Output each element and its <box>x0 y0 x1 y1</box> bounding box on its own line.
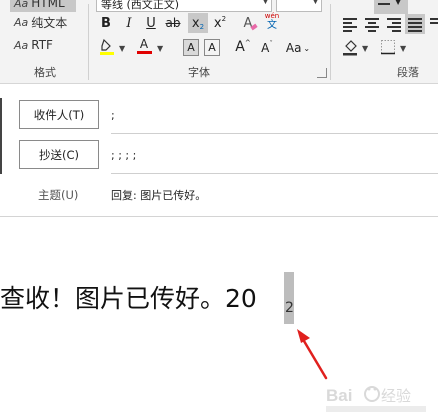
svg-text:经验: 经验 <box>381 388 411 405</box>
svg-text:Bai: Bai <box>326 386 352 405</box>
annotation-arrow <box>297 329 328 380</box>
watermark-logo: Bai 经验 <box>326 386 426 412</box>
